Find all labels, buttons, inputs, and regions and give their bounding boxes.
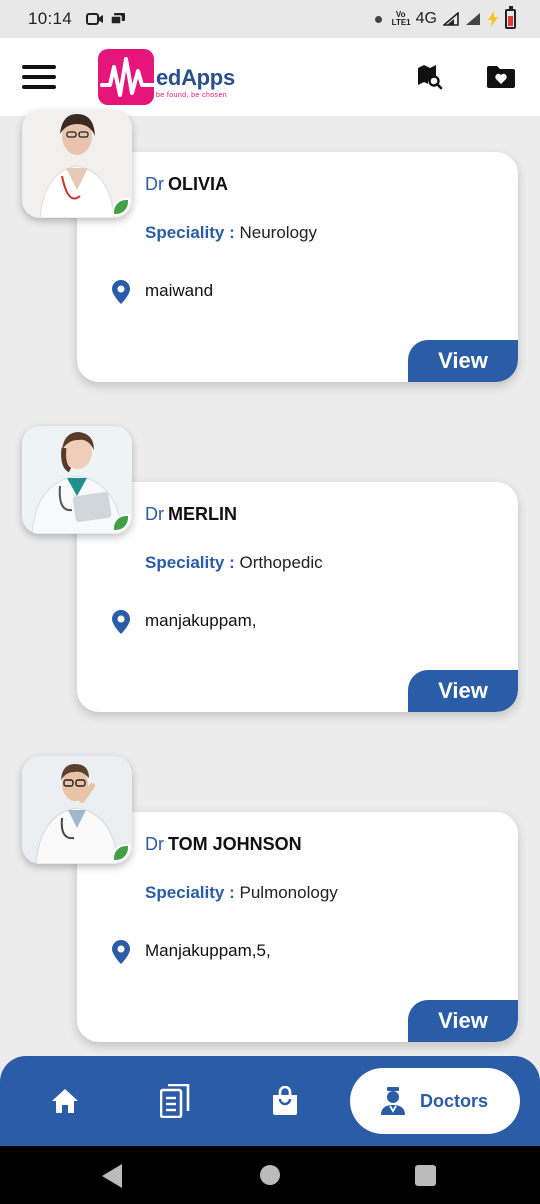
view-button[interactable]: View [408, 670, 518, 712]
doctor-speciality: Speciality : Orthopedic [145, 553, 323, 572]
doctor-speciality: Speciality : Neurology [145, 223, 317, 242]
doctor-card: Dr TOM JOHNSON Speciality : Pulmonology M… [0, 756, 540, 1066]
volte-label: Vo LTE1 [391, 10, 411, 27]
doctor-card: Dr OLIVIA Speciality : Neurology maiwand … [0, 110, 540, 406]
nav-documents[interactable] [150, 1056, 200, 1146]
location-pin-icon [112, 940, 130, 964]
charging-icon [488, 11, 498, 27]
doctor-name: Dr TOM JOHNSON [145, 834, 302, 854]
notification-dot-icon [374, 15, 382, 23]
shopping-bag-icon [273, 1086, 297, 1115]
document-icon [160, 1084, 190, 1118]
nav-doctors-label: Doctors [420, 1090, 489, 1111]
nav-shop[interactable] [260, 1056, 310, 1146]
location-pin-icon [112, 610, 130, 634]
nav-home[interactable] [40, 1056, 90, 1146]
logo-mark [98, 49, 154, 105]
doctor-card-body: Dr OLIVIA Speciality : Neurology maiwand … [77, 152, 518, 382]
nav-doctors[interactable]: Doctors [350, 1068, 520, 1134]
signal-icon [443, 12, 459, 26]
system-navigation-bar [0, 1146, 540, 1204]
view-button[interactable]: View [408, 340, 518, 382]
doctor-avatar[interactable] [22, 110, 132, 218]
status-bar: 10:14 Vo LTE1 4G [0, 0, 540, 38]
chat-icon [110, 13, 126, 25]
doctor-card: Dr MERLIN Speciality : Orthopedic manjaku… [0, 426, 540, 736]
bottom-navigation: Doctors [0, 1056, 540, 1146]
view-button[interactable]: View [408, 1000, 518, 1042]
doctor-icon [381, 1087, 405, 1115]
doctor-avatar[interactable] [22, 756, 132, 864]
home-icon [52, 1089, 78, 1113]
doctor-location: manjakuppam, [145, 611, 257, 630]
doctor-name: Dr OLIVIA [145, 174, 229, 194]
back-icon[interactable] [102, 1164, 122, 1188]
favorite-folder-icon[interactable] [486, 65, 516, 94]
doctor-card-body: Dr TOM JOHNSON Speciality : Pulmonology M… [77, 812, 518, 1042]
logo-name: edApps [156, 65, 235, 90]
app-header: edApps be found, be chosen [0, 38, 540, 116]
home-button-icon[interactable] [260, 1165, 280, 1185]
video-call-icon [86, 13, 104, 25]
location-pin-icon [112, 280, 130, 304]
recent-apps-icon[interactable] [415, 1165, 436, 1186]
menu-icon[interactable] [22, 65, 56, 89]
logo-tagline: be found, be chosen [156, 92, 228, 99]
doctor-location: maiwand [145, 281, 214, 300]
doctor-avatar[interactable] [22, 426, 132, 534]
battery-icon [505, 6, 516, 29]
doctor-speciality: Speciality : Pulmonology [145, 883, 338, 902]
doctor-location: Manjakuppam,5, [145, 941, 271, 960]
doctor-card-body: Dr MERLIN Speciality : Orthopedic manjaku… [77, 482, 518, 712]
map-search-icon[interactable] [417, 64, 443, 95]
status-time: 10:14 [28, 9, 73, 28]
signal2-icon [466, 13, 480, 25]
app-logo: edApps be found, be chosen [98, 49, 235, 105]
doctor-name: Dr MERLIN [145, 504, 237, 524]
network-label: 4G [415, 10, 437, 27]
